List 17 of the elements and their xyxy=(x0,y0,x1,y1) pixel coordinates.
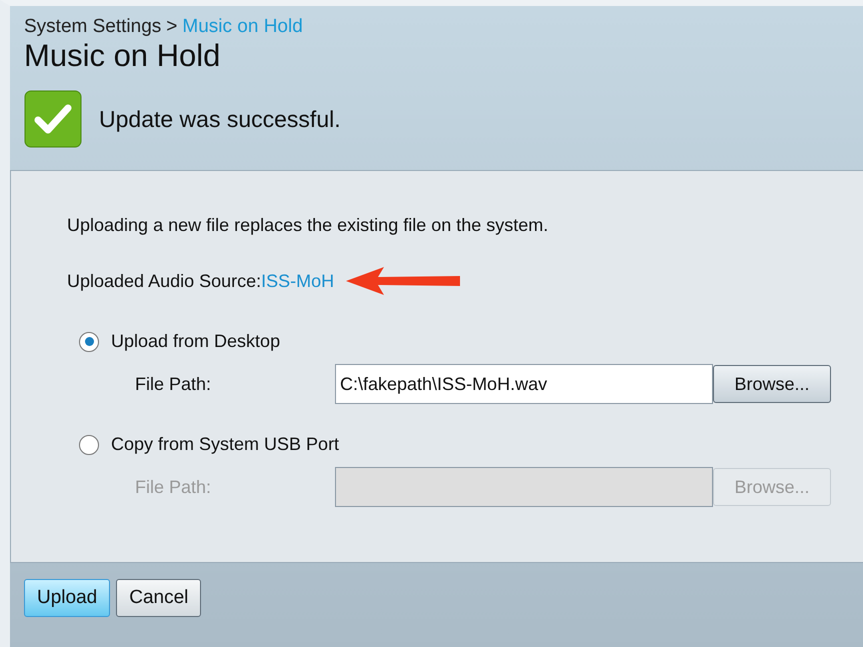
breadcrumb-separator: > xyxy=(166,16,178,38)
cancel-button[interactable]: Cancel xyxy=(116,579,202,617)
radio-label: Copy from System USB Port xyxy=(111,434,340,455)
upload-button[interactable]: Upload xyxy=(24,579,110,617)
arrow-icon xyxy=(344,266,462,296)
radio-label: Upload from Desktop xyxy=(111,331,280,352)
page-title: Music on Hold xyxy=(24,38,222,74)
file-path-field[interactable]: C:\fakepath\ISS-MoH.wav xyxy=(335,364,713,404)
check-icon xyxy=(24,90,82,148)
intro-text: Uploading a new file replaces the existing file on the system. xyxy=(67,215,550,236)
radio-button[interactable] xyxy=(79,332,99,352)
file-path-label: File Path: xyxy=(135,476,212,498)
success-message: Update was successful. xyxy=(99,106,341,132)
file-path-label: File Path: xyxy=(135,374,212,394)
browse-button[interactable]: Browse... xyxy=(713,365,831,403)
breadcrumb-parent: System Settings xyxy=(24,16,162,38)
audio-source-label: Uploaded Audio Source: xyxy=(67,270,262,292)
